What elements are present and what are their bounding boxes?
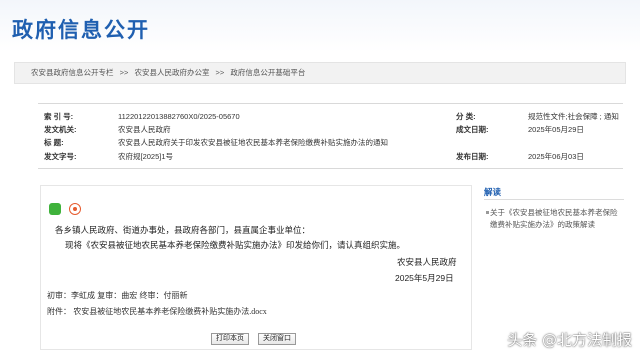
breadcrumb-separator: >> <box>215 68 225 77</box>
doc-number-label: 发文字号: <box>44 152 77 161</box>
weibo-icon[interactable] <box>69 203 82 215</box>
title-value: 农安县人民政府关于印发农安县被征地农民基本养老保险缴费补贴实施办法的通知 <box>118 138 388 147</box>
salutation: 各乡镇人民政府、街道办事处，县政府各部门，县直属企事业单位： <box>55 225 311 235</box>
category-value: 规范性文件;社会保障 ; 通知 <box>528 112 619 121</box>
document-content: 各乡镇人民政府、街道办事处，县政府各部门，县直属企事业单位： 现将《农安县被征地… <box>40 185 472 350</box>
signature-org: 农安县人民政府 <box>397 257 457 267</box>
body-paragraph: 现将《农安县被征地农民基本养老保险缴费补贴实施办法》印发给你们，请认真组织实施。 <box>65 240 406 250</box>
index-label: 索 引 号: <box>44 112 74 121</box>
breadcrumb: 农安县政府信息公开专栏 >> 农安县人民政府办公室 >> 政府信息公开基础平台 <box>14 62 626 84</box>
signature-date: 2025年5月29日 <box>395 273 454 283</box>
attachment-row: 附件： 农安县被征地农民基本养老保险缴费补贴实施办法.docx <box>47 306 267 317</box>
created-date-label: 成文日期: <box>456 125 489 134</box>
attachment-link[interactable]: 农安县被征地农民基本养老保险缴费补贴实施办法.docx <box>73 307 267 316</box>
interpretation-title: 解读 <box>484 187 502 197</box>
header-banner: 政府信息公开 <box>0 0 640 52</box>
print-button[interactable]: 打印本页 <box>211 333 249 345</box>
site-title: 政府信息公开 <box>12 18 150 42</box>
published-date-label: 发布日期: <box>456 152 489 161</box>
published-date-value: 2025年06月03日 <box>528 152 584 161</box>
share-bar <box>49 202 85 220</box>
breadcrumb-item-home[interactable]: 农安县政府信息公开专栏 <box>31 68 114 77</box>
meta-row-docno: 发文字号: 农府规[2025]1号 发布日期: 2025年06月03日 <box>38 150 623 164</box>
breadcrumb-separator: >> <box>119 68 129 77</box>
breadcrumb-item-platform[interactable]: 政府信息公开基础平台 <box>230 68 305 77</box>
attachment-label: 附件： <box>47 307 71 316</box>
issuer-label: 发文机关: <box>44 125 77 134</box>
issuer-value: 农安县人民政府 <box>118 125 171 134</box>
doc-number-value: 农府规[2025]1号 <box>118 152 174 161</box>
index-value: 11220122013882760X0/2025-05670 <box>118 112 240 121</box>
document-metadata: 索 引 号: 11220122013882760X0/2025-05670 分 … <box>38 103 623 169</box>
review-line: 初审：李虹成 复审：曲宏 终审：付丽新 <box>47 291 188 300</box>
breadcrumb-item-office[interactable]: 农安县人民政府办公室 <box>134 68 209 77</box>
bullet-icon <box>486 211 489 214</box>
watermark: 头条 @北方法制报 <box>507 331 632 349</box>
meta-row-title: 标 题: 农安县人民政府关于印发农安县被征地农民基本养老保险缴费补贴实施办法的通… <box>38 136 623 150</box>
meta-row-index: 索 引 号: 11220122013882760X0/2025-05670 分 … <box>38 110 623 124</box>
divider <box>484 199 624 200</box>
title-label: 标 题: <box>44 138 64 147</box>
category-label: 分 类: <box>456 112 476 121</box>
interpretation-link[interactable]: 关于《农安县被征地农民基本养老保险缴费补贴实施办法》的政策解读 <box>490 207 622 231</box>
close-window-button[interactable]: 关闭窗口 <box>258 333 296 345</box>
meta-row-issuer: 发文机关: 农安县人民政府 成文日期: 2025年05月29日 <box>38 123 623 137</box>
wechat-icon[interactable] <box>49 203 61 215</box>
created-date-value: 2025年05月29日 <box>528 125 584 134</box>
